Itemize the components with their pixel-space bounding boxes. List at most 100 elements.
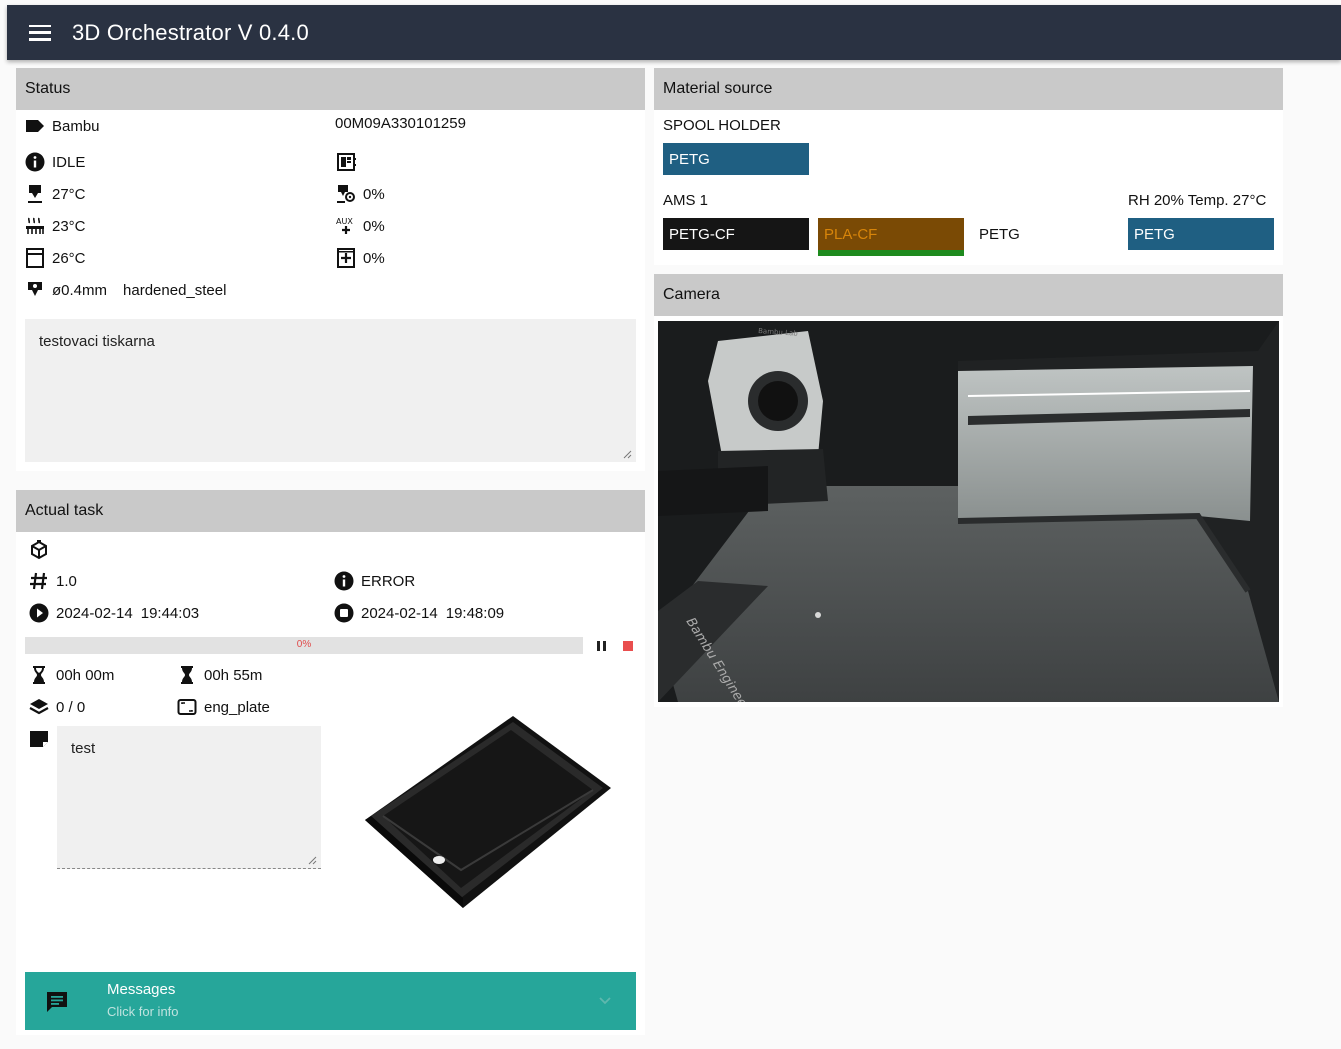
spool-material: PETG xyxy=(669,150,710,168)
ams-slot-3-material: PETG xyxy=(979,225,1020,243)
layer-count: 0 / 0 xyxy=(56,698,86,716)
camera-feed: Bambu Lab Bambu Engineering Pl xyxy=(658,321,1279,702)
chamber-temp-row: 26°C xyxy=(24,247,86,269)
brand-label: Bambu xyxy=(52,117,100,135)
part-fan-value: 0% xyxy=(363,185,385,203)
resize-handle-icon[interactable] xyxy=(307,855,317,865)
state-row: IDLE xyxy=(24,151,85,173)
brand-row: Bambu xyxy=(24,115,100,137)
info-icon xyxy=(24,151,46,173)
chamber-temp: 26°C xyxy=(52,249,86,267)
part-fan-row: 0% xyxy=(335,183,385,205)
tag-icon xyxy=(24,115,46,137)
status-heading: Status xyxy=(16,68,645,110)
printer-state: IDLE xyxy=(52,153,86,171)
task-note-field[interactable]: test xyxy=(57,726,321,869)
pause-button[interactable] xyxy=(596,637,608,654)
model-preview xyxy=(365,716,611,908)
hourglass-end-icon xyxy=(176,664,198,686)
plate-icon xyxy=(176,696,198,718)
note-icon-row xyxy=(28,728,56,750)
nozzle-temp: 27°C xyxy=(52,185,86,203)
ams-slot-1[interactable]: PETG-CF xyxy=(663,218,809,250)
task-progress-bar: 0% xyxy=(25,637,583,654)
note-icon xyxy=(28,728,50,750)
chevron-down-icon[interactable] xyxy=(598,996,612,1006)
task-state: ERROR xyxy=(361,572,416,590)
chamber-fan-value: 0% xyxy=(363,249,385,267)
task-heading: Actual task xyxy=(16,490,645,532)
spool-holder-label: SPOOL HOLDER xyxy=(663,117,781,134)
chip-icon-row xyxy=(335,151,363,173)
nozzle-info-row: ø0.4mm hardened_steel xyxy=(24,279,226,301)
status-card: Status Bambu 00M09A330101259 IDLE 27°C 0… xyxy=(16,68,645,471)
ams-slot-4[interactable]: PETG xyxy=(1128,218,1274,250)
nozzle-type-icon xyxy=(24,279,46,301)
layers-row: 0 / 0 xyxy=(28,696,85,718)
elapsed-row: 00h 00m xyxy=(28,664,114,686)
stop-circle-icon xyxy=(333,602,355,624)
nozzle-material: hardened_steel xyxy=(123,281,227,299)
ams-slot-3[interactable]: PETG xyxy=(973,218,1119,250)
spool-material-chip[interactable]: PETG xyxy=(663,143,809,175)
task-start-row: 2024-02-14 19:44:03 xyxy=(28,602,199,624)
camera-card: Camera Bambu Lab Bambu Engineering Pl xyxy=(654,274,1283,707)
task-end-row: 2024-02-14 19:48:09 xyxy=(333,602,504,624)
info-icon xyxy=(333,570,355,592)
stop-button[interactable] xyxy=(622,637,634,654)
firmware-icon xyxy=(335,151,357,173)
nozzle-temp-row: 27°C xyxy=(24,183,86,205)
bed-temp: 23°C xyxy=(52,217,86,235)
hourglass-icon xyxy=(28,664,50,686)
task-card: Actual task 1.0 ERROR 2024-02-14 19:44:0… xyxy=(16,490,645,1035)
messages-subtitle: Click for info xyxy=(107,1004,179,1019)
task-number: 1.0 xyxy=(56,572,77,590)
resize-handle-icon[interactable] xyxy=(622,449,632,459)
model-icon-row xyxy=(28,539,56,561)
serial-number: 00M09A330101259 xyxy=(335,115,466,132)
camera-heading: Camera xyxy=(654,274,1283,316)
printer-note-field[interactable]: testovaci tiskarna xyxy=(25,319,636,462)
heated-bed-icon xyxy=(24,215,46,237)
bed-temp-row: 23°C xyxy=(24,215,86,237)
part-fan-icon xyxy=(335,183,357,205)
nozzle-diameter: ø0.4mm xyxy=(52,281,108,299)
task-note-text: test xyxy=(71,740,96,757)
plate-row: eng_plate xyxy=(176,696,270,718)
svg-text:AUX: AUX xyxy=(336,217,353,226)
nozzle-icon xyxy=(24,183,46,205)
pause-icon xyxy=(597,640,606,651)
messages-panel[interactable]: Messages Click for info xyxy=(25,972,636,1030)
plate-type: eng_plate xyxy=(204,698,270,716)
ams-slot-2[interactable]: PLA-CF xyxy=(818,218,964,256)
layers-icon xyxy=(28,696,50,718)
ams-environment: RH 20% Temp. 27°C xyxy=(1128,192,1267,209)
hash-icon xyxy=(28,570,50,592)
task-state-row: ERROR xyxy=(333,570,415,592)
stop-icon xyxy=(623,640,633,651)
aux-fan-row: AUX 0% xyxy=(335,215,385,237)
ams-slot-2-color-bar xyxy=(818,250,964,256)
remaining-row: 00h 55m xyxy=(176,664,262,686)
task-number-row: 1.0 xyxy=(28,570,77,592)
chamber-fan-icon xyxy=(335,247,357,269)
app-bar: 3D Orchestrator V 0.4.0 xyxy=(7,5,1341,60)
printer-note-text: testovaci tiskarna xyxy=(39,333,155,350)
messages-title: Messages xyxy=(107,981,176,998)
end-date: 2024-02-14 xyxy=(361,604,438,622)
ams-slot-1-material: PETG-CF xyxy=(669,225,735,243)
start-time: 19:44:03 xyxy=(140,604,200,622)
ams-slot-4-material: PETG xyxy=(1134,225,1175,243)
aux-fan-icon: AUX xyxy=(335,215,357,237)
aux-fan-value: 0% xyxy=(363,217,385,235)
cube-icon xyxy=(28,539,50,561)
ams-label: AMS 1 xyxy=(663,192,709,209)
material-card: Material source SPOOL HOLDER PETG AMS 1 … xyxy=(654,68,1283,265)
end-time: 19:48:09 xyxy=(445,604,505,622)
chat-icon xyxy=(47,992,67,1012)
elapsed-time: 00h 00m xyxy=(56,666,115,684)
ams-slot-2-material: PLA-CF xyxy=(824,225,878,243)
menu-icon[interactable] xyxy=(29,24,51,41)
remaining-time: 00h 55m xyxy=(204,666,263,684)
start-date: 2024-02-14 xyxy=(56,604,133,622)
